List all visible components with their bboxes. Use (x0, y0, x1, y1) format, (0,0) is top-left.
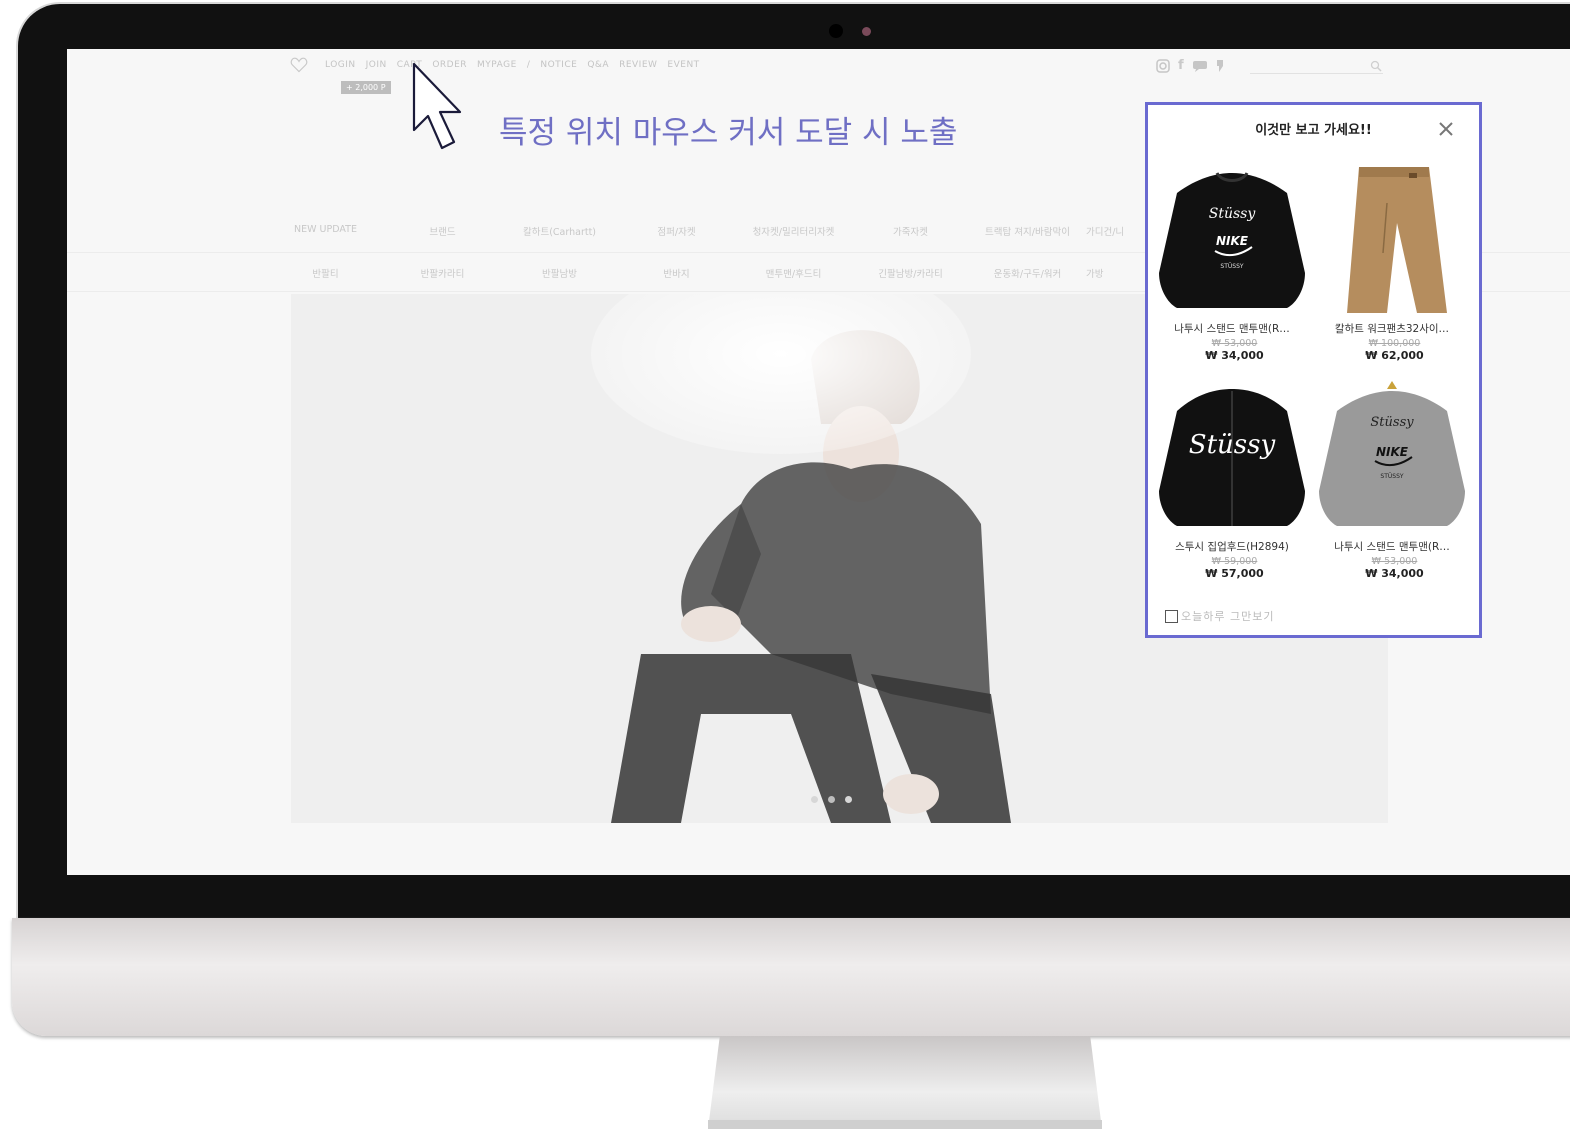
product-image-black-sweatshirt[interactable]: Stüssy NIKE STÜSSY (1157, 163, 1307, 315)
top-links: LOGIN JOIN CART ORDER MYPAGE / NOTICE Q&… (325, 60, 700, 70)
instagram-icon[interactable] (1156, 58, 1170, 73)
login-link[interactable]: LOGIN (325, 60, 356, 70)
monitor-chin (12, 918, 1570, 1036)
product-name[interactable]: 나투시 스탠드 맨투맨(R… (1157, 321, 1307, 336)
product-name[interactable]: 나투시 스탠드 맨투맨(R… (1317, 539, 1467, 554)
nav-item[interactable]: 긴팔남방/카라티 (852, 266, 969, 280)
svg-text:Stüssy: Stüssy (1370, 415, 1414, 430)
nav-item[interactable]: 반바지 (618, 266, 735, 280)
nav-item[interactable]: 칼하트(Carhartt) (501, 224, 618, 238)
link-separator: / (526, 60, 531, 70)
hide-today-checkbox[interactable] (1165, 609, 1178, 623)
product-image-black-zip-hoodie[interactable]: Stüssy (1157, 381, 1307, 533)
camera-icon (829, 24, 843, 38)
search-icon[interactable] (1370, 60, 1382, 72)
nav-item[interactable]: 반팔남방 (501, 266, 618, 280)
svg-text:Stüssy: Stüssy (1189, 430, 1276, 460)
slide-dot[interactable] (811, 796, 818, 803)
product-sale-price: ₩ 34,000 (1205, 349, 1264, 362)
nav-item[interactable]: 트랙탑 져지/바람막이 (969, 224, 1086, 238)
svg-text:NIKE: NIKE (1376, 445, 1409, 459)
camera-led (862, 27, 871, 36)
mypage-link[interactable]: MYPAGE (477, 60, 517, 70)
product-original-price: ₩ 100,000 (1368, 338, 1421, 349)
svg-text:STÜSSY: STÜSSY (1220, 263, 1243, 270)
product-image-tan-pants[interactable] (1317, 163, 1467, 315)
monitor-stand-base (708, 1120, 1102, 1129)
join-link[interactable]: JOIN (366, 60, 387, 70)
close-icon[interactable] (1438, 121, 1454, 137)
category-nav-primary: NEW UPDATE 브랜드 칼하트(Carhartt) 점퍼/자켓 청자켓/밀… (267, 224, 1136, 238)
svg-text:STÜSSY: STÜSSY (1380, 473, 1403, 480)
hide-today-label[interactable]: 오늘하루 그만보기 (1181, 608, 1274, 624)
svg-text:NIKE: NIKE (1216, 234, 1249, 248)
event-link[interactable]: EVENT (667, 60, 699, 70)
nav-item[interactable]: 운동화/구두/워커 (969, 266, 1086, 280)
qna-link[interactable]: Q&A (587, 60, 609, 70)
nav-item[interactable]: 가방 (1086, 266, 1136, 280)
nav-item[interactable]: NEW UPDATE (267, 224, 384, 238)
popup-title: 이것만 보고 가세요!! (1255, 123, 1372, 138)
review-link[interactable]: REVIEW (619, 60, 657, 70)
product-card[interactable]: Stüssy NIKE STÜSSY 나투시 스탠드 맨투맨(R… ₩ 53,0… (1317, 381, 1472, 580)
product-original-price: ₩ 59,000 (1211, 556, 1258, 567)
mouse-cursor-icon (412, 62, 462, 150)
social-icons: f (1156, 58, 1224, 73)
product-card[interactable]: Stüssy 스투시 집업후드(H2894) ₩ 59,000 ₩ 57,000 (1157, 381, 1312, 580)
blog-icon[interactable] (1216, 59, 1224, 73)
nav-item[interactable]: 반팔카라티 (384, 266, 501, 280)
hide-today-option[interactable]: 오늘하루 그만보기 (1165, 608, 1274, 624)
kakaotalk-icon[interactable] (1192, 60, 1208, 72)
nav-item[interactable]: 가디건/니 (1086, 224, 1136, 238)
slide-indicators (811, 796, 852, 803)
product-original-price: ₩ 53,000 (1371, 556, 1418, 567)
product-sale-price: ₩ 57,000 (1205, 567, 1264, 580)
nav-item[interactable]: 반팔티 (267, 266, 384, 280)
nav-item[interactable]: 브랜드 (384, 224, 501, 238)
product-image-grey-sweatshirt[interactable]: Stüssy NIKE STÜSSY (1317, 381, 1467, 533)
recommendation-popup: 이것만 보고 가세요!! Stüssy NIKE STÜSSY 나투시 스탠드 … (1145, 102, 1482, 638)
product-sale-price: ₩ 62,000 (1365, 349, 1424, 362)
product-name[interactable]: 스투시 집업후드(H2894) (1157, 539, 1307, 554)
nav-item[interactable]: 점퍼/자켓 (618, 224, 735, 238)
join-point-badge: + 2,000 P (341, 81, 391, 94)
annotation-caption: 특정 위치 마우스 커서 도달 시 노출 (499, 115, 958, 151)
product-original-price: ₩ 53,000 (1211, 338, 1258, 349)
slide-dot[interactable] (845, 796, 852, 803)
slide-dot-active[interactable] (828, 796, 835, 803)
facebook-icon[interactable]: f (1178, 58, 1184, 73)
product-sale-price: ₩ 34,000 (1365, 567, 1424, 580)
nav-item[interactable]: 가죽자켓 (852, 224, 969, 238)
nav-item[interactable]: 맨투맨/후드티 (735, 266, 852, 280)
nav-item[interactable]: 청자켓/밀리터리자켓 (735, 224, 852, 238)
wishlist-heart-icon[interactable] (290, 57, 308, 73)
search-input[interactable] (1250, 59, 1383, 74)
product-card[interactable]: 칼하트 워크팬츠32사이… ₩ 100,000 ₩ 62,000 (1317, 163, 1472, 362)
category-nav-secondary: 반팔티 반팔카라티 반팔남방 반바지 맨투맨/후드티 긴팔남방/카라티 운동화/… (267, 266, 1136, 280)
product-name[interactable]: 칼하트 워크팬츠32사이… (1317, 321, 1467, 336)
monitor-stand (708, 1036, 1102, 1129)
svg-text:Stüssy: Stüssy (1209, 206, 1257, 222)
product-card[interactable]: Stüssy NIKE STÜSSY 나투시 스탠드 맨투맨(R… ₩ 53,0… (1157, 163, 1312, 362)
notice-link[interactable]: NOTICE (540, 60, 577, 70)
